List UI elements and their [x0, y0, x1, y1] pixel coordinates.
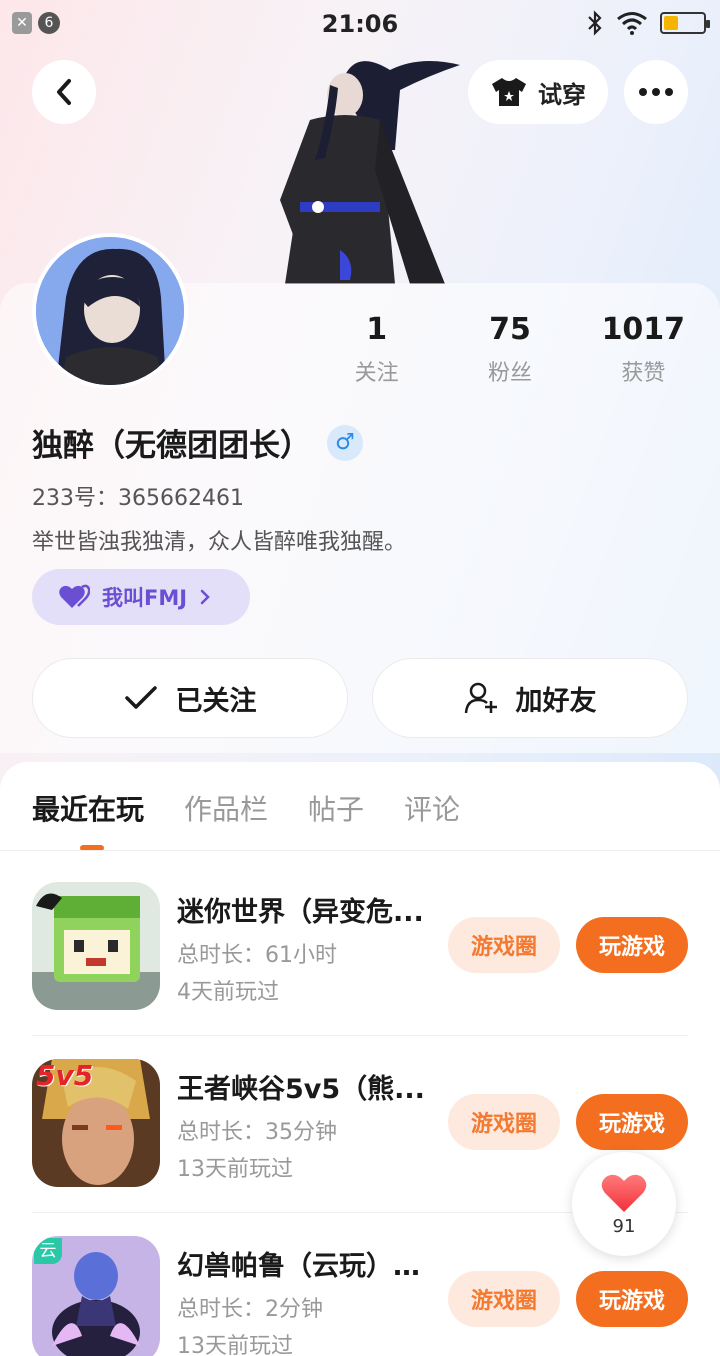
heart-pair-icon [59, 584, 90, 608]
tab-comments[interactable]: 评论 [404, 788, 460, 828]
male-gender-icon: ♂ [327, 424, 363, 461]
game-name: 迷你世界（异变危... [177, 897, 424, 928]
game-icon-mini-world[interactable] [32, 882, 160, 1010]
try-on-label: 试穿 [538, 80, 586, 109]
tshirt-icon [492, 78, 526, 106]
followed-label: 已关注 [175, 685, 257, 717]
game-duration: 总时长：35分钟 [177, 1120, 337, 1145]
floating-like-button[interactable]: 91 [572, 1152, 676, 1256]
game-icon-palworld[interactable]: 云 [32, 1236, 160, 1356]
game-name: 幻兽帕鲁（云玩）-... [177, 1251, 427, 1282]
user-tag-button[interactable]: 我叫FMJ [32, 569, 250, 625]
avatar-image [36, 237, 184, 385]
username: 独醉（无德团团长） [32, 428, 311, 464]
row-divider [32, 1035, 688, 1036]
likes-stat[interactable]: 1017 获赞 [577, 312, 710, 387]
back-button[interactable] [32, 60, 96, 124]
chevron-left-icon [57, 79, 71, 105]
tab-works[interactable]: 作品栏 [184, 788, 268, 828]
user-tag-label: 我叫FMJ [102, 586, 188, 610]
more-options-button[interactable] [624, 60, 688, 124]
fans-count: 75 [489, 312, 531, 347]
following-count: 1 [366, 312, 388, 347]
battery-icon [660, 12, 710, 34]
status-bar: ✕ 6 21:06 [0, 0, 720, 50]
chevron-right-icon [200, 589, 210, 605]
game-last-played: 13天前玩过 [177, 1334, 293, 1356]
game-badge-5v5: 5v5 [36, 1059, 94, 1092]
tabs-divider [0, 850, 720, 851]
game-duration: 总时长：2分钟 [177, 1297, 323, 1322]
game-row[interactable]: 云 幻兽帕鲁（云玩）-... 总时长：2分钟 13天前玩过 游戏圈 玩游戏 [32, 1236, 688, 1356]
game-icon-honor-of-kings[interactable]: 5v5 [32, 1059, 160, 1187]
tab-recent-play[interactable]: 最近在玩 [32, 788, 144, 828]
try-on-button[interactable]: 试穿 [468, 60, 608, 124]
wifi-icon [617, 12, 647, 35]
following-stat[interactable]: 1 关注 [310, 312, 443, 387]
play-game-button[interactable]: 玩游戏 [576, 917, 688, 973]
game-row[interactable]: 迷你世界（异变危... 总时长：61小时 4天前玩过 游戏圈 玩游戏 [32, 882, 688, 1012]
game-duration: 总时长：61小时 [177, 943, 337, 968]
following-label: 关注 [354, 361, 399, 386]
user-bio: 举世皆浊我独清，众人皆醉唯我独醒。 [32, 530, 407, 555]
heart-icon [601, 1174, 647, 1212]
character-showcase-image [280, 61, 460, 284]
mini-world-icon [32, 882, 160, 1010]
more-dots-icon [639, 88, 673, 96]
tab-posts[interactable]: 帖子 [308, 788, 364, 828]
checkmark-icon [124, 686, 157, 709]
game-circle-button[interactable]: 游戏圈 [448, 917, 560, 973]
add-user-icon [464, 682, 497, 714]
followed-button[interactable]: 已关注 [32, 658, 348, 738]
add-friend-button[interactable]: 加好友 [372, 658, 688, 738]
profile-tabs: 最近在玩 作品栏 帖子 评论 [32, 788, 460, 828]
likes-count: 1017 [601, 312, 686, 347]
user-id: 233号：365662461 [32, 486, 244, 511]
game-last-played: 4天前玩过 [177, 980, 279, 1005]
fans-stat[interactable]: 75 粉丝 [443, 312, 576, 387]
add-friend-label: 加好友 [515, 685, 597, 717]
fans-label: 粉丝 [487, 361, 532, 386]
play-game-button[interactable]: 玩游戏 [576, 1094, 688, 1150]
game-name: 王者峡谷5v5（熊... [177, 1074, 425, 1105]
play-game-button[interactable]: 玩游戏 [576, 1271, 688, 1327]
game-circle-button[interactable]: 游戏圈 [448, 1094, 560, 1150]
likes-label: 获赞 [621, 361, 666, 386]
profile-stats: 1 关注 75 粉丝 1017 获赞 [310, 312, 710, 387]
game-last-played: 13天前玩过 [177, 1157, 293, 1182]
like-count: 91 [612, 1215, 636, 1237]
avatar[interactable] [32, 233, 188, 389]
cloud-game-badge: 云 [34, 1238, 62, 1264]
username-row: 独醉（无德团团长） ♂ [32, 420, 363, 465]
game-circle-button[interactable]: 游戏圈 [448, 1271, 560, 1327]
bluetooth-icon [588, 10, 602, 36]
